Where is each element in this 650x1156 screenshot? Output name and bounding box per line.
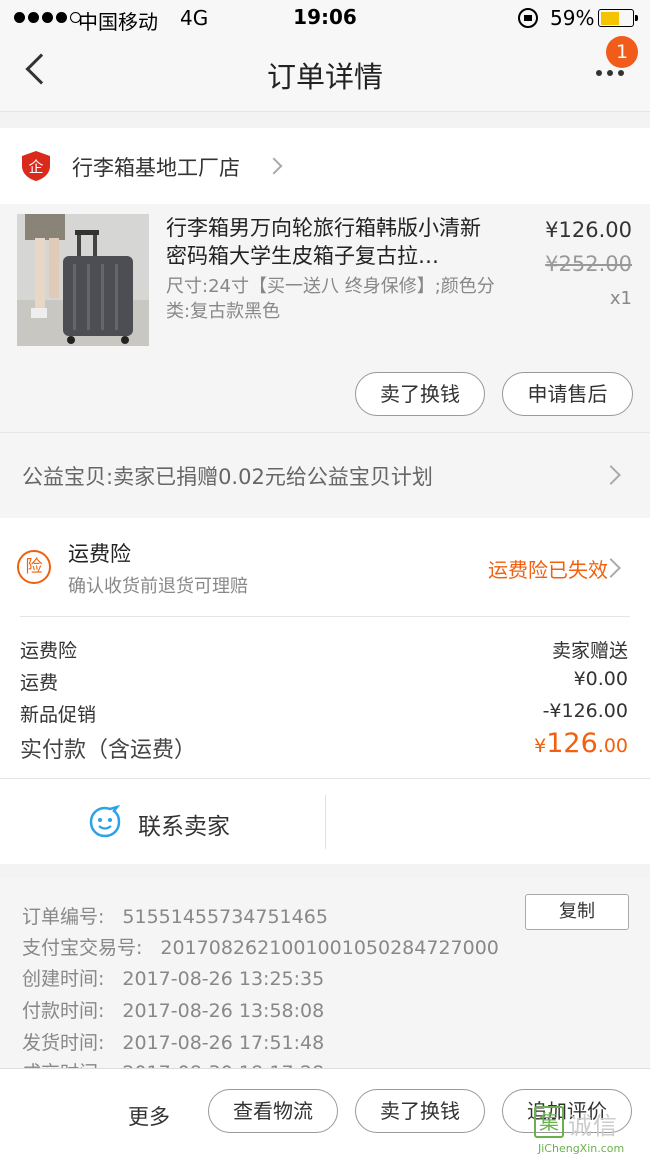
paid-label: 实付款（含运费） xyxy=(20,738,197,763)
fee-value: ¥0.00 xyxy=(573,668,628,690)
product-spec: 尺寸:24寸【买一送八 终身保修】;颜色分类:复古款黑色 xyxy=(166,276,495,322)
insurance-title: 运费险 xyxy=(68,542,131,566)
paid-amount: ¥126.00 xyxy=(534,728,628,759)
product-price: ¥126.00 xyxy=(545,218,632,242)
watermark-logo: 集 xyxy=(534,1106,564,1138)
more-button[interactable]: 更多 xyxy=(128,1101,170,1131)
order-number: 51551455734751465 xyxy=(122,906,328,928)
info-label: 支付宝交易号: xyxy=(22,937,143,959)
charity-row[interactable]: 公益宝贝:卖家已捐赠0.02元给公益宝贝计划 xyxy=(0,432,650,518)
orientation-lock-icon xyxy=(518,8,538,28)
chat-face-icon[interactable] xyxy=(88,805,122,839)
created-time: 2017-08-26 13:25:35 xyxy=(122,968,325,990)
nav-bar: 订单详情 1 xyxy=(0,36,650,112)
watermark-name: 诚信 xyxy=(568,1112,618,1140)
payment-summary: 险 运费险 确认收货前退货可理赔 运费险已失效 运费险 卖家赠送 运费 ¥0.0… xyxy=(0,518,650,778)
watermark-url: JiChengXin.com xyxy=(538,1142,625,1155)
insurance-subtitle: 确认收货前退货可理赔 xyxy=(68,576,248,597)
product-row[interactable]: 行李箱男万向轮旅行箱韩版小清新密码箱大学生皮箱子复古拉… 尺寸:24寸【买一送八… xyxy=(0,204,650,432)
chevron-right-icon xyxy=(601,465,621,485)
shop-enterprise-icon: 企 xyxy=(22,151,50,181)
product-title: 行李箱男万向轮旅行箱韩版小清新密码箱大学生皮箱子复古拉… xyxy=(166,216,481,268)
fee-label: 新品促销 xyxy=(20,704,97,726)
sell-for-cash-button[interactable]: 卖了换钱 xyxy=(355,1089,485,1133)
divider xyxy=(325,795,326,849)
shop-name: 行李箱基地工厂店 xyxy=(72,156,240,180)
page-title: 订单详情 xyxy=(266,60,383,94)
info-label: 付款时间: xyxy=(22,1000,105,1022)
product-quantity: x1 xyxy=(609,288,632,309)
shipped-time-row: 发货时间: 2017-08-26 17:51:48 xyxy=(22,1028,324,1055)
status-bar: 中国移动 4G 19:06 59% xyxy=(0,0,650,36)
paid-time: 2017-08-26 13:58:08 xyxy=(122,1000,325,1022)
battery-icon xyxy=(598,9,638,27)
insurance-icon: 险 xyxy=(17,550,51,584)
info-label: 发货时间: xyxy=(22,1032,105,1054)
order-info: 订单编号: 51551455734751465 复制 支付宝交易号: 2017082… xyxy=(0,878,650,1078)
fee-label: 运费险 xyxy=(20,640,78,662)
paid-time-row: 付款时间: 2017-08-26 13:58:08 xyxy=(22,996,324,1023)
more-options-icon[interactable] xyxy=(596,70,624,76)
shop-header[interactable]: 企 行李箱基地工厂店 xyxy=(0,128,650,204)
insurance-status[interactable]: 运费险已失效 xyxy=(488,554,608,583)
charity-text: 公益宝贝:卖家已捐赠0.02元给公益宝贝计划 xyxy=(22,465,433,489)
fee-label: 运费 xyxy=(20,672,59,694)
view-logistics-button[interactable]: 查看物流 xyxy=(208,1089,338,1133)
chevron-right-icon xyxy=(265,157,283,175)
info-label: 创建时间: xyxy=(22,968,105,990)
info-label: 订单编号: xyxy=(22,906,105,928)
divider xyxy=(20,616,630,617)
product-original-price: ¥252.00 xyxy=(545,252,632,276)
product-image[interactable] xyxy=(17,214,149,346)
contact-seller-bar: 联系卖家 xyxy=(0,778,650,864)
alipay-trade-number: 2017082621001001050284727000 xyxy=(160,937,499,959)
apply-aftersale-button[interactable]: 申请售后 xyxy=(502,372,633,416)
battery-percent: 59% xyxy=(550,6,595,30)
shipped-time: 2017-08-26 17:51:48 xyxy=(122,1032,325,1054)
fee-value: 卖家赠送 xyxy=(551,640,628,662)
copy-button[interactable]: 复制 xyxy=(525,894,629,930)
svg-text:企: 企 xyxy=(28,158,43,176)
sell-for-cash-button[interactable]: 卖了换钱 xyxy=(355,372,485,416)
order-item-card: 企 行李箱基地工厂店 行李箱男万向轮旅行箱韩版小清新密码箱大学生皮箱子复古拉… … xyxy=(0,128,650,432)
order-number-row: 订单编号: 51551455734751465 xyxy=(22,902,328,929)
created-time-row: 创建时间: 2017-08-26 13:25:35 xyxy=(22,964,324,991)
contact-seller-button[interactable]: 联系卖家 xyxy=(138,807,230,841)
notification-badge: 1 xyxy=(606,36,638,68)
alipay-trade-row: 支付宝交易号: 2017082621001001050284727000 xyxy=(22,933,499,960)
site-watermark: 集 诚信 JiChengXin.com xyxy=(534,1106,650,1156)
fee-value: -¥126.00 xyxy=(542,700,628,722)
